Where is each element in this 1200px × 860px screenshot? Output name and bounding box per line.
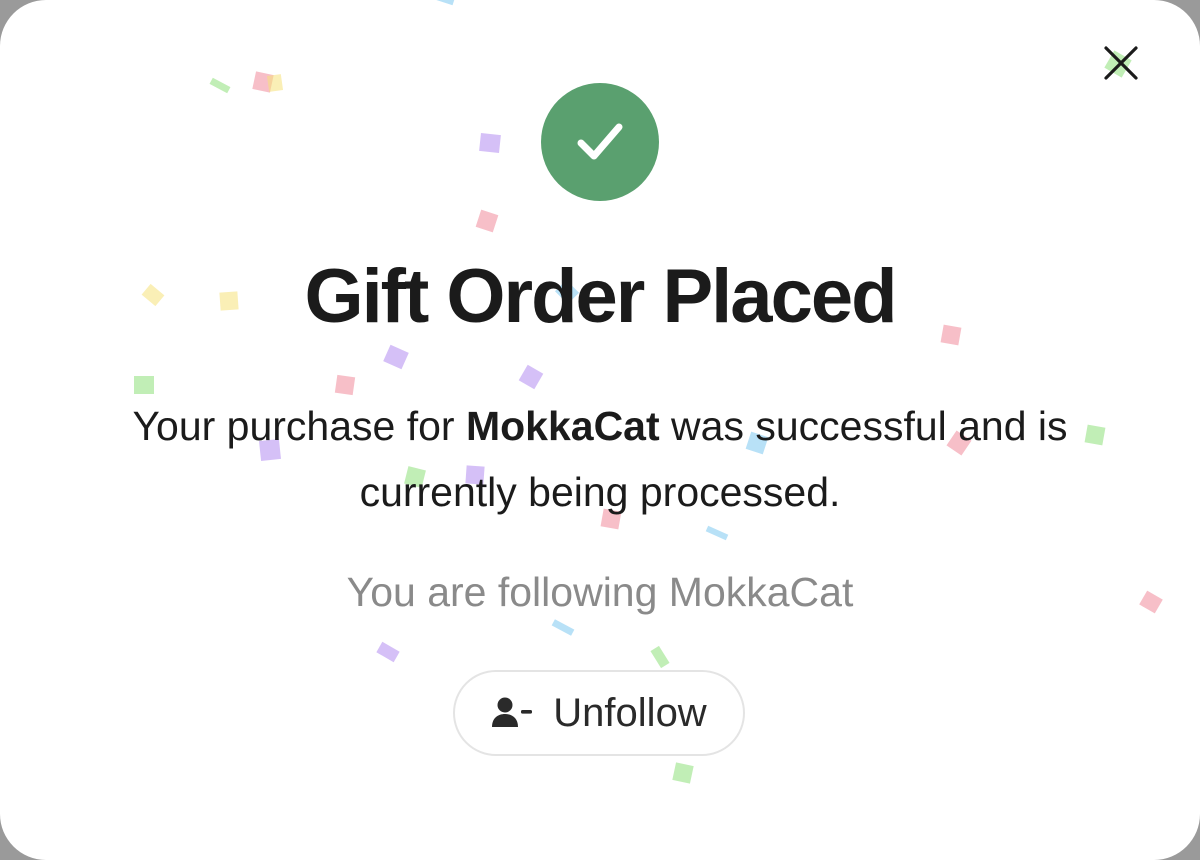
confetti-piece [518, 364, 544, 390]
confetti-piece [475, 209, 499, 233]
checkmark-icon [577, 123, 623, 160]
confetti-piece [705, 525, 729, 541]
confetti-piece [266, 74, 284, 92]
confetti-piece [383, 344, 409, 370]
confetti-piece [672, 762, 694, 784]
confetti-piece [650, 645, 670, 669]
close-button[interactable] [1098, 40, 1144, 86]
message-prefix: Your purchase for [132, 403, 466, 449]
dialog-message: Your purchase for MokkaCat was successfu… [60, 393, 1140, 525]
unfollow-label: Unfollow [553, 690, 707, 735]
dialog-title: Gift Order Placed [304, 254, 897, 339]
confetti-piece [431, 0, 455, 6]
close-icon [1104, 46, 1138, 80]
success-badge [541, 83, 659, 201]
following-status: You are following MokkaCat [346, 569, 854, 615]
confetti-piece [252, 71, 274, 93]
gift-order-dialog: Gift Order Placed Your purchase for Mokk… [0, 0, 1200, 860]
confetti-piece [134, 376, 154, 394]
confetti-piece [376, 641, 400, 663]
confetti-piece [551, 619, 575, 636]
user-minus-icon [491, 696, 535, 730]
confetti-piece [209, 77, 231, 94]
confetti-piece [479, 133, 501, 153]
unfollow-button[interactable]: Unfollow [453, 670, 745, 756]
message-item-name: MokkaCat [465, 403, 660, 449]
